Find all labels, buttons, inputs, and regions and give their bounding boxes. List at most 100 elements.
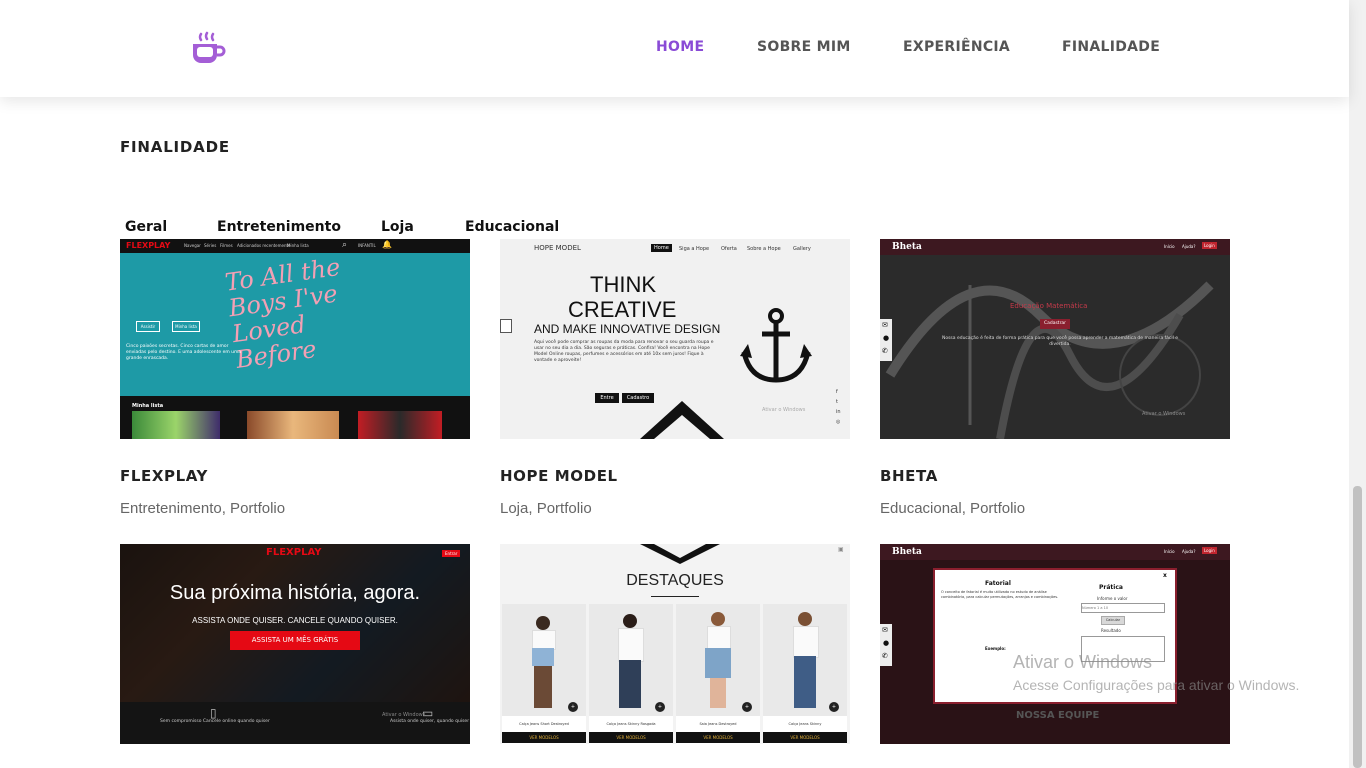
flexplay-user: INFANTIL [358,243,376,248]
flexplay-thumb-2 [247,411,339,439]
close-icon: x [1163,572,1167,579]
flexplay-list-button: Minha lista [172,321,200,332]
bheta-modal-preview[interactable]: Bheta Início Ajuda? Login ✉ ● ✆ NOSSA EQ… [880,544,1230,744]
bheta-menu-2: Ajuda? [1182,244,1196,249]
product-model-legs-2 [619,660,641,708]
project-tags-hope-model: Loja, Portfolio [500,500,592,517]
product-cart-icon-2: + [655,702,665,712]
filter-educacional[interactable]: Educacional [465,219,559,235]
bheta-heading: Educação Matemática [1010,302,1088,310]
page-scrollbar[interactable] [1349,0,1366,768]
flexplay-landing-watermark: Ativar o Windows [382,712,426,718]
twitter-icon: t [836,399,838,405]
bheta-menu-login: Login [1202,242,1217,249]
hope-watermark: Ativar o Windows [762,407,806,413]
bheta-team-heading: NOSSA EQUIPE [1016,710,1100,721]
hope-heading-1: THINK [590,272,656,297]
navbar: HOME SOBRE MIM EXPERIÊNCIA FINALIDADE [0,0,1349,97]
anchor-icon [740,308,812,383]
bheta-menu-1: Início [1164,244,1175,249]
bheta-modal-logo: Bheta [892,547,922,557]
hope-side-handle [500,319,512,333]
hope-heading-2: CREATIVE [568,297,677,322]
product-cart-icon-3: + [742,702,752,712]
product-name-1: Calça Jeans Short Destroyed [519,722,569,726]
project-title-hope-model: HOPE MODEL [500,467,618,485]
practice-title: Prática [1099,584,1123,591]
nav-link-home[interactable]: HOME [656,39,704,55]
search-icon: ⌕ [342,240,348,250]
flexplay-thumb-3 [358,411,442,439]
hope-heading-3: AND MAKE INNOVATIVE DESIGN [534,322,721,336]
product-button-3: VER MODELOS [676,732,760,743]
coffee-cup-icon[interactable] [190,31,226,67]
hope-description: Aqui você pode comprar as roupas da moda… [534,340,714,363]
product-model-shorts-1 [532,648,554,666]
product-model-head-3 [711,612,725,626]
practice-label: Informe o valor [1097,596,1128,601]
bheta-modal-header [880,544,1230,560]
hope-menu-1: Home [651,244,672,252]
bheta-preview[interactable]: Bheta Início Ajuda? Login Educação Matem… [880,239,1230,439]
destaques-underline [651,596,699,597]
flexplay-preview[interactable]: FLEXPLAY Navegar Séries Filmes Adicionad… [120,239,470,439]
product-button-1: VER MODELOS [502,732,586,743]
destaques-preview[interactable]: DESTAQUES ▣ + Calça Jeans Short Destroye… [500,544,850,744]
product-cart-icon-1: + [568,702,578,712]
product-cart-icon-4: + [829,702,839,712]
nav-link-finalidade[interactable]: FINALIDADE [1062,39,1160,55]
nav-link-sobre-mim[interactable]: SOBRE MIM [757,39,851,55]
product-model-top-1 [532,630,556,650]
flexplay-landing-logo: FLEXPLAY [266,547,322,558]
flexplay-landing-preview[interactable]: FLEXPLAY Entrar Sua próxima história, ag… [120,544,470,744]
chevron-down-icon [640,544,720,564]
flexplay-login-button: Entrar [442,550,461,557]
section-title: FINALIDADE [120,138,230,156]
hope-logo: HOPE MODEL [534,244,581,252]
flexplay-menu-1: Navegar [184,243,201,248]
bheta-logo: Bheta [892,242,922,252]
project-title-bheta: BHETA [880,467,938,485]
hope-menu-4: Sobre a Hope [747,246,781,252]
mail-icon: ✉ [882,321,888,329]
hope-model-preview[interactable]: HOPE MODEL Home Siga a Hope Oferta Sobre… [500,239,850,439]
practice-calc-button: Calcular [1101,616,1125,625]
flexplay-description: Cinco paixões secretas. Cinco cartas de … [126,344,242,361]
hope-menu-3: Oferta [721,246,737,252]
product-name-2: Calça Jeans Skinny Rasgada [606,722,656,726]
flexplay-logo: FLEXPLAY [126,241,171,250]
bheta-cta-button: Cadastrar [1040,319,1070,329]
product-model-skirt-3 [705,648,731,678]
flexplay-landing-headline: Sua próxima história, agora. [169,582,421,604]
product-model-legs-3 [710,678,726,708]
bheta-header [880,239,1230,255]
product-card-3: + Saia Jeans Destroyed VER MODELOS [676,604,760,744]
project-tags-flexplay: Entretenimento, Portfolio [120,500,286,517]
windows-watermark-title: Ativar o Windows [1013,652,1153,672]
flexplay-feature-1: Sem compromisso Cancele online quando qu… [160,719,270,724]
bheta-description: Nossa educação é feita de forma prática … [941,336,1179,347]
scrollbar-thumb[interactable] [1353,486,1362,768]
practice-input: Número 1 a 10 [1081,603,1165,613]
chevron-up-icon [640,401,724,439]
hope-menu-2: Siga a Hope [679,246,710,252]
flexplay-row-label: Minha lista [132,403,164,409]
filter-loja[interactable]: Loja [381,219,414,235]
flexplay-thumb-1 [132,411,220,439]
filter-geral[interactable]: Geral [125,219,167,235]
product-model-legs-1 [534,666,552,708]
product-model-legs-4 [794,656,816,708]
product-button-4: VER MODELOS [763,732,847,743]
instagram-icon: ◎ [836,419,841,425]
filter-entretenimento[interactable]: Entretenimento [217,219,341,235]
door-icon: ▯ [210,706,217,720]
bheta-modal-menu-1: Início [1164,549,1175,554]
fatorial-title: Fatorial [985,580,1011,587]
bheta-modal-mail-icon: ✉ [882,626,888,634]
bheta-modal-phone-icon: ✆ [882,652,888,660]
nav-link-experiencia[interactable]: EXPERIÊNCIA [903,39,1010,55]
product-model-head-2 [623,614,637,628]
bheta-watermark: Ativar o Windows [1142,411,1186,417]
flexplay-watch-button: Assistir [136,321,160,332]
flexplay-feature-2: Assista onde quiser, quando quiser [390,719,470,724]
